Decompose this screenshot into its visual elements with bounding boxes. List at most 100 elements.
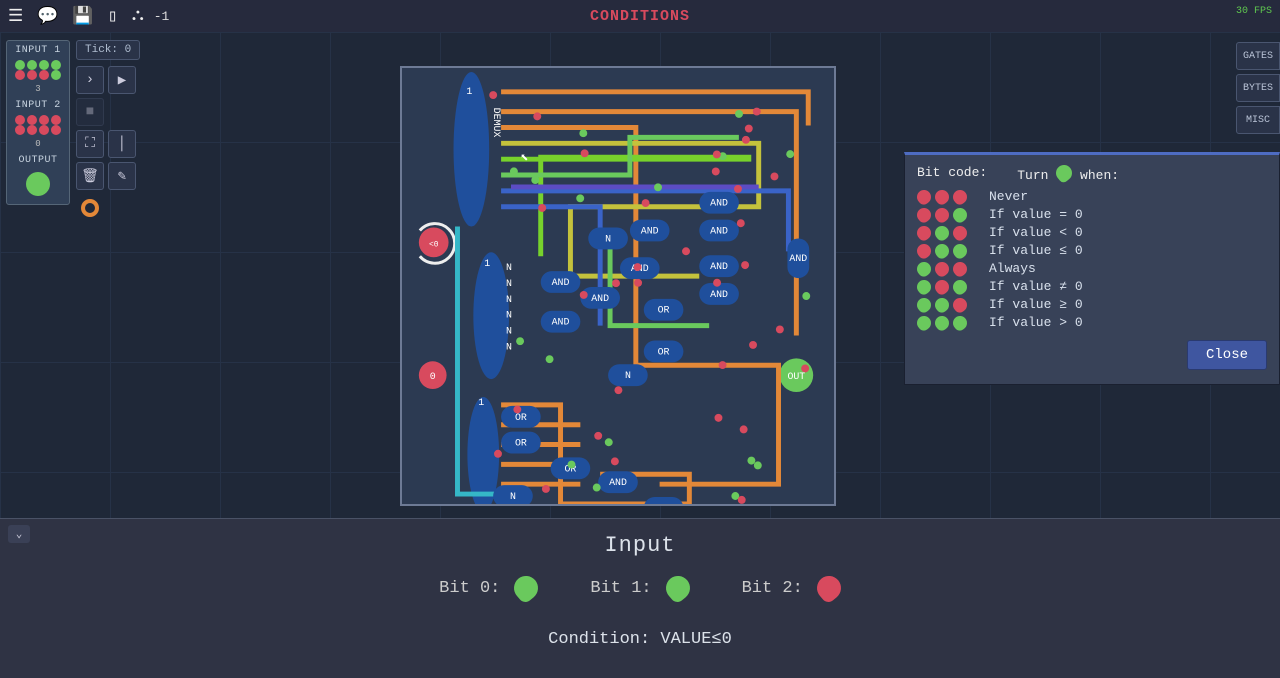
svg-text:N: N — [605, 233, 611, 244]
svg-text:N: N — [506, 294, 512, 305]
condition-text: If value ≥ 0 — [989, 297, 1083, 312]
svg-text:N: N — [506, 326, 512, 337]
wire-color-picker[interactable] — [76, 194, 104, 222]
svg-text:AND: AND — [591, 293, 609, 304]
chat-icon[interactable]: 💬 — [37, 6, 58, 27]
play-button[interactable]: ▶ — [108, 66, 136, 94]
input-heading: Input — [0, 519, 1280, 558]
bit-dot — [914, 205, 934, 225]
condition-text: If value ≤ 0 — [989, 243, 1083, 258]
input1-label: INPUT 1 — [15, 45, 61, 56]
bit-dot — [51, 115, 61, 125]
book-icon[interactable]: ▯ — [108, 6, 118, 27]
svg-text:AND: AND — [641, 225, 659, 236]
bit-dot — [932, 295, 952, 315]
wire-tool[interactable]: │ — [108, 130, 136, 158]
score-value: -1 — [154, 9, 170, 24]
bit-dot — [15, 60, 25, 70]
truth-table-row: If value < 0 — [917, 225, 1267, 240]
category-misc[interactable]: MISC — [1236, 106, 1280, 134]
bit-dot — [914, 295, 934, 315]
svg-text:AND: AND — [710, 289, 728, 300]
truth-table-row: If value = 0 — [917, 207, 1267, 222]
bit-dot — [51, 60, 61, 70]
bit-dot — [27, 115, 37, 125]
bit-dot — [950, 205, 970, 225]
input2-bits — [15, 115, 61, 135]
bit-dot — [39, 115, 49, 125]
svg-text:AND: AND — [789, 253, 807, 264]
save-icon[interactable]: 💾 — [72, 6, 93, 27]
select-tool[interactable]: ⛶ — [76, 130, 104, 158]
sim-controls: Tick: 0 › ▶ ■ ⛶ │ 🗑 ✎ — [76, 40, 140, 226]
input-bit: Bit 0: — [439, 576, 538, 600]
stop-button[interactable]: ■ — [76, 98, 104, 126]
condition-text: If value ≠ 0 — [989, 279, 1083, 294]
output-label: OUTPUT — [18, 155, 57, 166]
out-label: OUT — [787, 371, 805, 382]
bit-dot — [914, 223, 934, 243]
bit-dot — [39, 125, 49, 135]
io-panel: INPUT 1 3 INPUT 2 0 OUTPUT — [6, 40, 70, 205]
svg-text:1: 1 — [478, 397, 484, 408]
level-title: CONDITIONS — [590, 8, 690, 25]
svg-text:1: 1 — [466, 86, 472, 97]
category-bytes[interactable]: BYTES — [1236, 74, 1280, 102]
edit-tool[interactable]: ✎ — [108, 162, 136, 190]
bit-dot — [950, 295, 970, 315]
bit-dot — [932, 187, 952, 207]
svg-text:N: N — [510, 491, 516, 502]
bit-dot — [950, 223, 970, 243]
bit-dot — [950, 187, 970, 207]
bit-dot — [15, 70, 25, 80]
delete-tool[interactable]: 🗑 — [76, 162, 104, 190]
condition-text: If value > 0 — [989, 315, 1083, 330]
bit-dot — [27, 70, 37, 80]
output-bulb — [26, 172, 50, 196]
bit-dot — [914, 313, 934, 333]
svg-text:<0: <0 — [429, 240, 439, 249]
bit-dot — [932, 259, 952, 279]
input-bits-row: Bit 0:Bit 1:Bit 2: — [0, 576, 1280, 600]
condition-text: If value < 0 — [989, 225, 1083, 240]
truth-table-row: If value ≤ 0 — [917, 243, 1267, 258]
header-bitcode: Bit code: — [917, 165, 987, 183]
close-button[interactable]: Close — [1187, 340, 1267, 370]
condition-text: Never — [989, 189, 1028, 204]
bit-dot — [932, 223, 952, 243]
svg-text:0: 0 — [430, 371, 436, 382]
bit-dot — [39, 60, 49, 70]
bit-dot — [914, 241, 934, 261]
step-button[interactable]: › — [76, 66, 104, 94]
svg-text:N: N — [506, 310, 512, 321]
top-menu: ☰ 💬 💾 ▯ ⛬ — [8, 6, 144, 27]
top-bar: ☰ 💬 💾 ▯ ⛬ -1 CONDITIONS 30 FPS — [0, 0, 1280, 32]
condition-text: Always — [989, 261, 1036, 276]
svg-text:OR: OR — [515, 438, 527, 449]
svg-text:N: N — [506, 341, 512, 352]
menu-icon[interactable]: ☰ — [8, 6, 23, 27]
bit-dot — [914, 277, 934, 297]
category-gates[interactable]: GATES — [1236, 42, 1280, 70]
circuit-canvas[interactable]: DEMUX 1 N N N N N N 1 1 0 <0 OUT ANDANDA… — [400, 66, 836, 506]
svg-text:1: 1 — [484, 258, 490, 269]
bit-dot — [950, 259, 970, 279]
input-bit: Bit 2: — [742, 576, 841, 600]
svg-text:AND: AND — [710, 225, 728, 236]
svg-text:AND: AND — [710, 198, 728, 209]
bit-dot — [932, 277, 952, 297]
truth-table-row: If value > 0 — [917, 315, 1267, 330]
truth-table-row: Always — [917, 261, 1267, 276]
tree-icon[interactable]: ⛬ — [132, 6, 144, 26]
truth-table-body: Never If value = 0 If value < 0 If value ≤ … — [917, 189, 1267, 330]
svg-text:OR: OR — [658, 305, 670, 316]
svg-text:AND: AND — [552, 317, 570, 328]
bit-dot — [932, 313, 952, 333]
bit-dot — [932, 241, 952, 261]
collapse-button[interactable]: ⌄ — [8, 525, 30, 543]
svg-text:AND: AND — [609, 477, 627, 488]
bit-dot — [932, 205, 952, 225]
svg-text:N: N — [506, 262, 512, 273]
bit-label: Bit 2: — [742, 579, 803, 598]
truth-table-row: If value ≥ 0 — [917, 297, 1267, 312]
